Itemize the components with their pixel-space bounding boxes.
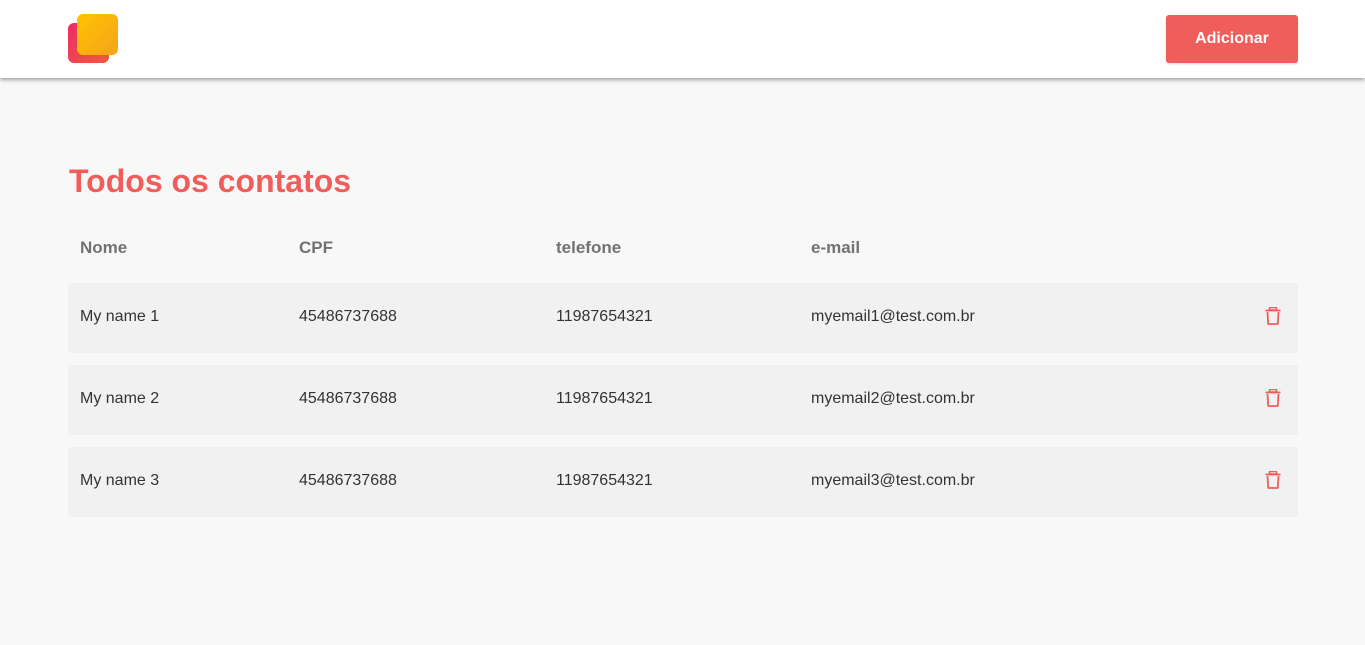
contact-name: My name 1 bbox=[80, 308, 160, 325]
column-header-name: Nome bbox=[80, 238, 128, 257]
contact-email: myemail2@test.com.br bbox=[811, 390, 975, 407]
contact-phone: 11987654321 bbox=[556, 308, 653, 325]
contacts-table-body: My name 1 45486737688 11987654321 myemai… bbox=[68, 283, 1298, 529]
contact-email: myemail3@test.com.br bbox=[811, 472, 975, 489]
table-row: My name 1 45486737688 11987654321 myemai… bbox=[68, 283, 1298, 353]
trash-icon bbox=[1265, 389, 1281, 407]
contact-phone: 11987654321 bbox=[556, 390, 653, 407]
contact-name: My name 3 bbox=[80, 472, 160, 489]
add-contact-button[interactable]: Adicionar bbox=[1166, 15, 1298, 63]
contact-cpf: 45486737688 bbox=[299, 390, 397, 407]
column-header-phone: telefone bbox=[556, 238, 622, 257]
contact-name: My name 2 bbox=[80, 390, 160, 407]
delete-contact-button[interactable] bbox=[1262, 305, 1284, 327]
top-header: Adicionar bbox=[0, 0, 1365, 78]
contact-phone: 11987654321 bbox=[556, 472, 653, 489]
delete-contact-button[interactable] bbox=[1262, 469, 1284, 491]
trash-icon bbox=[1265, 307, 1281, 325]
contact-cpf: 45486737688 bbox=[299, 308, 397, 325]
column-header-cpf: CPF bbox=[299, 238, 333, 257]
table-header: Nome CPF telefone e-mail bbox=[68, 238, 1298, 262]
table-row: My name 2 45486737688 11987654321 myemai… bbox=[68, 365, 1298, 435]
table-row: My name 3 45486737688 11987654321 myemai… bbox=[68, 447, 1298, 517]
app-logo[interactable] bbox=[68, 14, 118, 64]
column-header-email: e-mail bbox=[811, 238, 861, 257]
page-title: Todos os contatos bbox=[69, 163, 352, 199]
trash-icon bbox=[1265, 471, 1281, 489]
delete-contact-button[interactable] bbox=[1262, 387, 1284, 409]
contact-cpf: 45486737688 bbox=[299, 472, 397, 489]
contact-email: myemail1@test.com.br bbox=[811, 308, 975, 325]
